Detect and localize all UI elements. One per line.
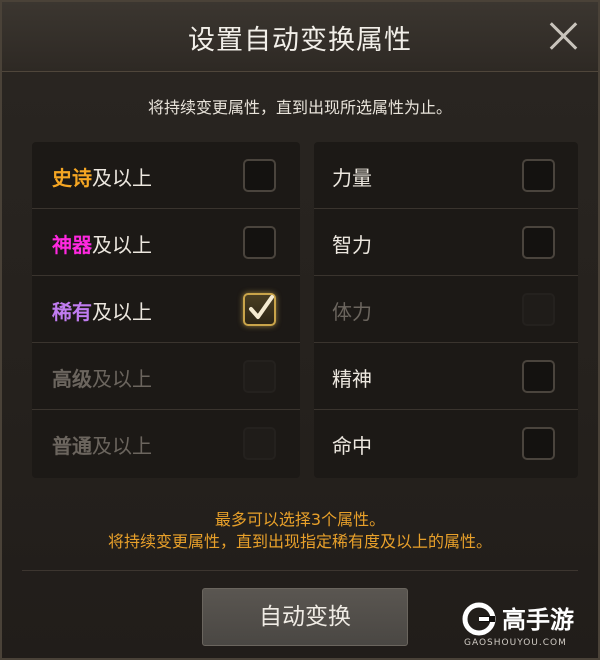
auto-transform-dialog: 设置自动变换属性 将持续变更属性，直到出现所选属性为止。 史诗及以上 神器及以上稀… bbox=[0, 0, 600, 660]
dialog-subtitle: 将持续变更属性，直到出现所选属性为止。 bbox=[147, 98, 452, 117]
attribute-option-row: 力量 bbox=[314, 142, 578, 209]
rarity-suffix: 及以上 bbox=[92, 367, 152, 391]
rarity-option-label: 普通及以上 bbox=[52, 430, 152, 459]
rarity-checkbox[interactable] bbox=[243, 159, 276, 192]
attribute-option-label: 精神 bbox=[332, 367, 372, 391]
notice-rarity-rule: 将持续变更属性，直到出现指定稀有度及以上的属性。 bbox=[107, 532, 492, 551]
rarity-option-row: 神器及以上 bbox=[32, 209, 300, 276]
rarity-quality-name: 稀有 bbox=[52, 300, 92, 324]
rarity-quality-name: 高级 bbox=[52, 367, 92, 391]
dialog-titlebar: 设置自动变换属性 bbox=[2, 2, 598, 72]
rarity-checkbox[interactable] bbox=[243, 226, 276, 259]
attribute-checkbox bbox=[522, 293, 555, 326]
attribute-option-label: 力量 bbox=[332, 166, 372, 190]
attribute-option-row: 体力 bbox=[314, 276, 578, 343]
watermark-brand: 高手游 bbox=[502, 606, 574, 634]
attribute-option-label: 命中 bbox=[332, 434, 372, 458]
rarity-option-row: 稀有及以上 bbox=[32, 276, 300, 343]
close-icon[interactable] bbox=[548, 20, 580, 52]
rarity-quality-name: 神器 bbox=[52, 233, 92, 257]
rarity-option-label: 史诗及以上 bbox=[52, 162, 152, 191]
attribute-option-row: 精神 bbox=[314, 343, 578, 410]
attribute-option-row: 智力 bbox=[314, 209, 578, 276]
notice-max-selection: 最多可以选择3个属性。 bbox=[214, 510, 386, 529]
rarity-suffix: 及以上 bbox=[92, 300, 152, 324]
rarity-checkbox bbox=[243, 427, 276, 460]
rarity-suffix: 及以上 bbox=[92, 166, 152, 190]
watermark: 高手游 GAOSHOUYOU.COM bbox=[462, 598, 590, 650]
attribute-option-label: 智力 bbox=[332, 233, 372, 257]
footer-divider bbox=[22, 570, 578, 571]
attribute-option-row: 命中 bbox=[314, 410, 578, 477]
rarity-option-label: 高级及以上 bbox=[52, 363, 152, 392]
rarity-option-label: 稀有及以上 bbox=[52, 296, 152, 325]
brand-logo-icon bbox=[462, 602, 496, 636]
watermark-url: GAOSHOUYOU.COM bbox=[464, 638, 567, 648]
rarity-option-row: 普通及以上 bbox=[32, 410, 300, 477]
attribute-option-label: 体力 bbox=[332, 300, 372, 324]
attribute-checkbox[interactable] bbox=[522, 159, 555, 192]
rarity-checkbox[interactable] bbox=[243, 293, 276, 326]
attribute-panel: 力量智力体力精神命中 bbox=[314, 142, 578, 478]
rarity-panel: 史诗及以上 神器及以上 稀有及以上 高级及以上 普通及以上 bbox=[32, 142, 300, 478]
attribute-checkbox[interactable] bbox=[522, 427, 555, 460]
attribute-checkbox[interactable] bbox=[522, 360, 555, 393]
rarity-option-label: 神器及以上 bbox=[52, 229, 152, 258]
rarity-quality-name: 史诗 bbox=[52, 166, 92, 190]
rarity-option-row: 史诗及以上 bbox=[32, 142, 300, 209]
checkmark-icon bbox=[249, 295, 274, 319]
dialog-title: 设置自动变换属性 bbox=[188, 25, 412, 56]
rarity-suffix: 及以上 bbox=[92, 434, 152, 458]
rarity-suffix: 及以上 bbox=[92, 233, 152, 257]
rarity-checkbox bbox=[243, 360, 276, 393]
attribute-checkbox[interactable] bbox=[522, 226, 555, 259]
rarity-option-row: 高级及以上 bbox=[32, 343, 300, 410]
rarity-quality-name: 普通 bbox=[52, 434, 92, 458]
auto-transform-button[interactable]: 自动变换 bbox=[202, 588, 408, 646]
